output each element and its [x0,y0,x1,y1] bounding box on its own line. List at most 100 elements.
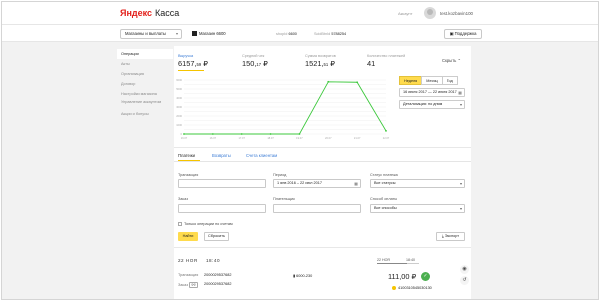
metric-value: 41 [367,59,376,68]
transaction-id-label: Транзакция [178,273,199,277]
metric-refunds[interactable]: Сумма возвратов 1521,51 ₽ [305,54,336,68]
transaction-id-value: 2000029537682 [204,273,232,277]
order-filter-label: Заказ [178,197,188,201]
sidebar-item-promotions[interactable]: Акции и бонусы [117,109,173,119]
method-filter-value: Все способы [374,206,397,210]
tab-payments[interactable]: Платежи [178,153,195,158]
transaction-time: 18:40 [206,258,220,263]
status-filter-select[interactable]: Все статусы ▾ [370,179,465,188]
y-tick-label: 3000 [176,105,182,109]
payer-filter-label: Плательщик [273,197,295,201]
revenue-data-point[interactable] [269,133,272,135]
sidebar-item-account-management[interactable]: Управление аккаунтом [117,99,173,109]
view-icon[interactable]: ◉ [460,265,469,274]
revenue-data-point[interactable] [327,80,330,83]
period-week[interactable]: Неделя [399,76,423,85]
section-divider [174,147,471,148]
payer-filter-input[interactable] [273,204,361,213]
period-filter-input[interactable]: 1 янв 2016 – 22 июл 2017 ▦ [273,179,361,188]
chevron-down-icon: ▾ [175,31,178,36]
metric-value: 150,17 ₽ [242,59,268,68]
scid-value: 5788254 [331,32,347,36]
top-header: Яндекс Касса Аккаунт test.kozbavin100 [2,2,598,24]
y-tick-label: 0 [181,132,183,136]
chat-icon: ▣ [449,31,454,36]
revenue-data-point[interactable] [240,133,243,135]
download-icon: ⤓ [441,234,444,238]
revenue-data-point[interactable] [298,133,301,135]
x-tick-label: 21.07 [354,136,361,140]
sidebar-item-acts[interactable]: Акты [117,59,173,69]
revenue-data-point[interactable] [356,81,359,84]
period-month[interactable]: Месяц [421,76,443,85]
x-tick-label: 22.07 [383,136,390,140]
collapse-button[interactable]: Скрыть ⌃ [442,58,461,63]
order-id-label: Заказ ФФ [178,282,199,288]
x-tick-label: 20.07 [325,136,332,140]
checkbox-icon [178,222,182,226]
y-tick-label: 1000 [176,123,182,127]
tab-active-underline [178,160,200,162]
payer-wallet: 4100310545030130 [392,286,432,290]
period-year[interactable]: Год [441,76,458,85]
card-icon: ▮ [293,274,296,278]
logo-brand: Яндекс [120,8,153,18]
x-tick-label: 19.07 [296,136,303,140]
transaction-filter-input[interactable] [178,179,266,188]
refund-icon[interactable]: ↺ [460,276,469,285]
sidebar-item-contract[interactable]: Договор [117,79,173,89]
detail-select[interactable]: Детализация: по дням ▾ [399,100,465,109]
y-tick-label: 6000 [176,78,182,82]
account-switch-label[interactable]: Аккаунт [398,11,412,16]
y-tick-label: 5000 [176,87,182,91]
transaction-status-date: 22 НОЯ [377,258,390,262]
checkbox-icon [192,31,197,37]
revenue-chart: 0 1000 2000 3000 4000 5000 6000 16.07 16.07 17.07… [176,78,390,140]
x-tick-label: 17.07 [238,136,245,140]
metric-average-check[interactable]: Средний чек 150,17 ₽ [242,54,268,68]
find-button[interactable]: Найти [178,232,198,241]
avatar[interactable] [424,7,436,19]
tab-refunds[interactable]: Возвраты [212,153,231,158]
toolbar: Магазины и выплаты ▾ Магазин 6600 shopId… [2,24,598,42]
metric-value: 6157,59 ₽ [178,59,208,68]
metric-revenue[interactable]: Выручка 6157,59 ₽ [178,54,208,68]
export-button[interactable]: ⤓ Экспорт [436,232,465,241]
date-range-field[interactable]: 16 июля 2017 — 22 июля 2017 ▦ [399,88,465,97]
metric-value: 1521,51 ₽ [305,59,335,68]
metric-payments-count[interactable]: Количество платежей 41 [367,54,405,68]
support-button[interactable]: ▣ Поддержка [444,29,482,39]
revenue-data-point[interactable] [183,133,185,135]
yandex-kassa-logo[interactable]: Яндекс Касса [120,8,179,18]
method-filter-label: Способ оплаты [370,197,398,201]
order-id-value: 2000029537682 [204,282,232,286]
sidebar-item-shop-settings[interactable]: Настройки магазина [117,89,173,99]
support-label: Поддержка [454,31,477,36]
transaction-status-time: 18:40 [406,258,415,262]
test-only-checkbox[interactable]: Только операции по счетам [178,222,233,226]
shop-id-label: shopId [276,32,288,36]
sidebar-nav: Операции Акты Организация Договор Настро… [117,49,173,119]
revenue-data-point[interactable] [385,129,387,132]
revenue-data-point[interactable] [211,133,214,135]
shop-id: shopId 6600 [276,32,297,36]
chevron-down-icon: ▾ [459,102,462,107]
y-tick-label: 4000 [176,96,182,100]
scid: ScidBtnId 5788254 [314,32,346,36]
metric-active-underline [178,70,204,72]
shop-select[interactable]: Магазины и выплаты ▾ [120,29,182,39]
section-divider [174,247,471,248]
order-filter-input[interactable] [178,204,266,213]
sidebar-item-organization[interactable]: Организация [117,69,173,79]
user-login[interactable]: test.kozbavin100 [440,11,473,16]
x-tick-label: 18.07 [267,136,274,140]
app-window: Яндекс Касса Аккаунт test.kozbavin100 Маг… [1,1,599,300]
tab-invoices[interactable]: Счета клиентам [246,153,277,158]
detail-select-value: Детализация: по дням [403,102,443,106]
y-tick-label: 2000 [176,114,182,118]
operations-tabs: Платежи Возвраты Счета клиентам [174,150,471,162]
sidebar-item-operations[interactable]: Операции [117,49,173,59]
reset-button[interactable]: Сбросить [204,232,229,241]
method-filter-select[interactable]: Все способы ▾ [370,204,465,213]
store-checkbox[interactable]: Магазин 6600 [192,31,226,37]
